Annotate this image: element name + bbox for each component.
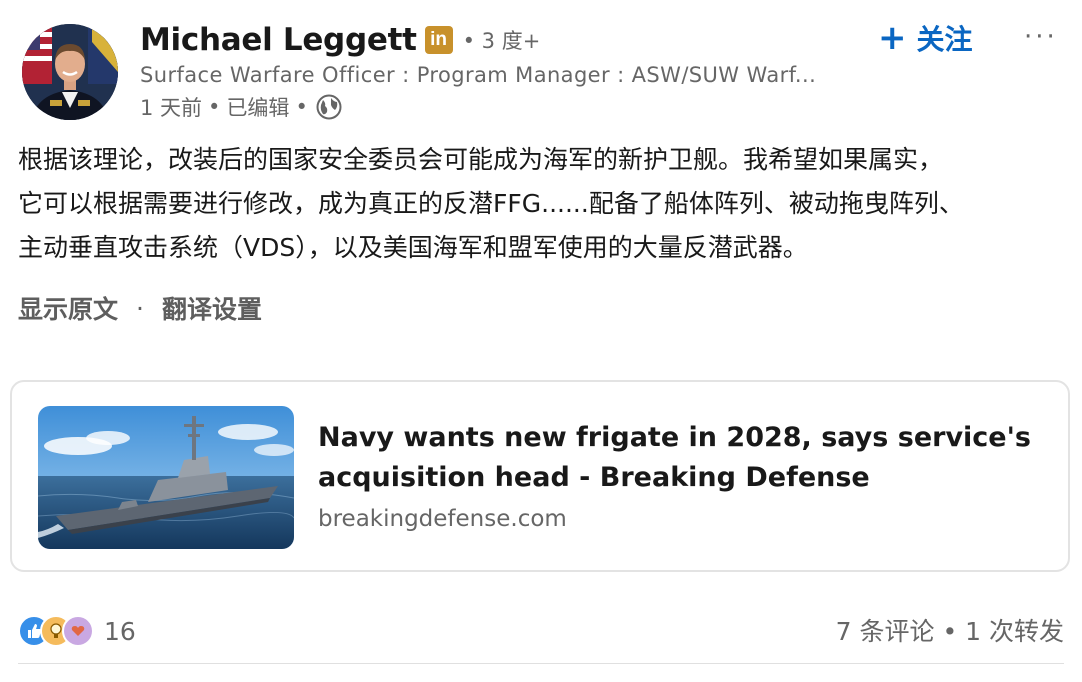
- show-original-link[interactable]: 显示原文: [18, 290, 118, 326]
- footer-divider: [18, 663, 1064, 664]
- more-options-icon[interactable]: ···: [1024, 22, 1058, 52]
- follow-label: 关注: [916, 23, 973, 56]
- article-source: breakingdefense.com: [318, 506, 567, 532]
- connection-degree: • 3 度+: [462, 29, 541, 53]
- reactions-summary[interactable]: 16: [18, 614, 136, 648]
- article-link-card[interactable]: Navy wants new frigate in 2028, says ser…: [10, 380, 1070, 572]
- frigate-ship-image[interactable]: [38, 406, 294, 549]
- comments-reposts-count[interactable]: 7 条评论 • 1 次转发: [836, 612, 1064, 648]
- post-text-line: 主动垂直攻击系统（VDS），以及美国海军和盟军使用的大量反潜武器。: [18, 233, 808, 262]
- post-text-line: 它可以根据需要进行修改，成为真正的反潜FFG......配备了船体阵列、被动拖曳…: [18, 189, 964, 218]
- author-avatar[interactable]: [22, 24, 118, 120]
- edited-label: 已编辑: [226, 96, 290, 120]
- post-meta: 1 天前 • 已编辑 •: [140, 92, 342, 122]
- plus-icon: +: [878, 18, 907, 58]
- globe-icon: [316, 94, 342, 120]
- reaction-count[interactable]: 16: [104, 617, 136, 646]
- translation-controls: 显示原文 · 翻译设置: [18, 288, 262, 328]
- author-name-row: Michael Leggett in • 3 度+: [140, 20, 540, 60]
- translation-settings-link[interactable]: 翻译设置: [162, 290, 262, 326]
- article-title[interactable]: Navy wants new frigate in 2028, says ser…: [318, 418, 1038, 498]
- post-text-line: 根据该理论，改装后的国家安全委员会可能成为海军的新护卫舰。我希望如果属实，: [18, 145, 944, 174]
- support-icon: [62, 615, 94, 647]
- follow-button[interactable]: + 关注: [878, 18, 973, 58]
- translate-separator: ·: [136, 293, 144, 323]
- linkedin-badge-icon: in: [424, 26, 453, 54]
- author-name[interactable]: Michael Leggett: [140, 22, 417, 58]
- meta-separator: •: [295, 95, 308, 119]
- post-time: 1 天前: [140, 96, 203, 120]
- post-body: 根据该理论，改装后的国家安全委员会可能成为海军的新护卫舰。我希望如果属实， 它可…: [18, 138, 1068, 270]
- meta-separator: •: [208, 95, 221, 119]
- author-headline: Surface Warfare Officer : Program Manage…: [140, 63, 817, 87]
